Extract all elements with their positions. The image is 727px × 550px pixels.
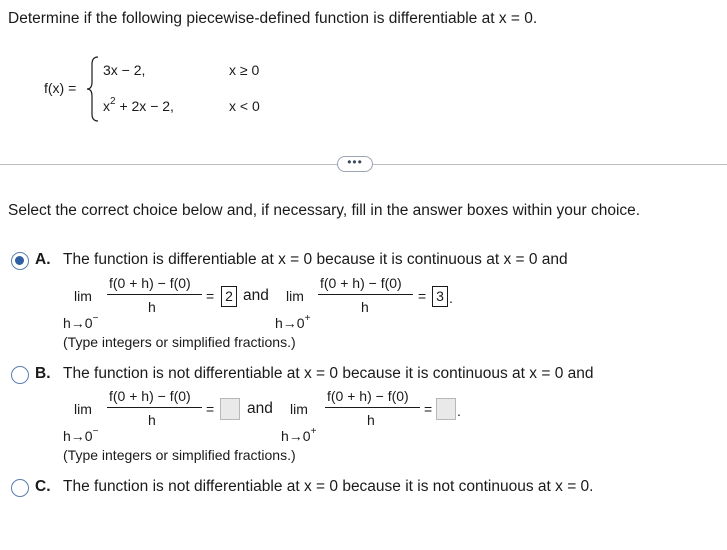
option-b-letter: B. [35, 365, 51, 382]
option-a-note: (Type integers or simplified fractions.) [63, 334, 296, 350]
option-c-radio[interactable] [11, 479, 29, 497]
option-c-text: The function is not differentiable at x … [63, 478, 594, 495]
answer-box-right-a[interactable]: 3 [432, 286, 448, 307]
fraction-bar-right-a [318, 294, 413, 295]
and-text-a: and [243, 287, 269, 304]
question-text: Determine if the following piecewise-def… [8, 10, 538, 27]
answer-box-left-b[interactable] [220, 398, 240, 420]
denominator-right-a: h [361, 299, 369, 315]
option-c-letter: C. [35, 478, 51, 495]
lim-right-b: lim [290, 401, 308, 417]
fraction-bar-left-a [107, 294, 202, 295]
more-button[interactable]: ••• [337, 156, 373, 172]
option-b-note: (Type integers or simplified fractions.) [63, 447, 296, 463]
equals-right-b: = [424, 401, 433, 417]
lim-right-a: lim [286, 288, 304, 304]
option-b-radio[interactable] [11, 366, 29, 384]
instruction-text: Select the correct choice below and, if … [8, 202, 641, 219]
limit-sub-right-b: h→0+ [281, 426, 317, 444]
numerator-right-a: f(0 + h) − f(0) [320, 275, 402, 291]
piece2-condition: x < 0 [229, 98, 260, 114]
function-lhs: f(x) = [44, 80, 77, 96]
option-a-letter: A. [35, 251, 51, 268]
equals-left-b: = [206, 401, 215, 417]
lim-left-b: lim [74, 401, 92, 417]
denominator-right-b: h [367, 412, 375, 428]
answer-box-left-a[interactable]: 2 [221, 286, 237, 307]
piece2-expression: x2 + 2x − 2, [103, 96, 174, 114]
lim-left-a: lim [74, 288, 92, 304]
piece1-condition: x ≥ 0 [229, 62, 260, 78]
piece1-expression: 3x − 2, [103, 62, 146, 78]
trailing-period-a: . [449, 290, 453, 306]
option-b-text: The function is not differentiable at x … [63, 365, 594, 382]
option-a-text: The function is differentiable at x = 0 … [63, 251, 568, 268]
denominator-left-a: h [148, 299, 156, 315]
equals-left-a: = [206, 288, 215, 304]
denominator-left-b: h [148, 412, 156, 428]
numerator-right-b: f(0 + h) − f(0) [327, 388, 409, 404]
left-brace-icon [86, 56, 99, 122]
limit-sub-left-b: h→0− [63, 426, 99, 444]
numerator-left-a: f(0 + h) − f(0) [109, 275, 191, 291]
numerator-left-b: f(0 + h) − f(0) [109, 388, 191, 404]
and-text-b: and [247, 400, 273, 417]
option-a-radio[interactable] [11, 252, 29, 270]
limit-sub-left-a: h→0− [63, 313, 99, 331]
equals-right-a: = [418, 288, 427, 304]
limit-sub-right-a: h→0+ [275, 313, 311, 331]
answer-box-right-b[interactable] [436, 398, 456, 420]
fraction-bar-left-b [107, 407, 202, 408]
fraction-bar-right-b [325, 407, 420, 408]
trailing-period-b: . [457, 403, 461, 419]
